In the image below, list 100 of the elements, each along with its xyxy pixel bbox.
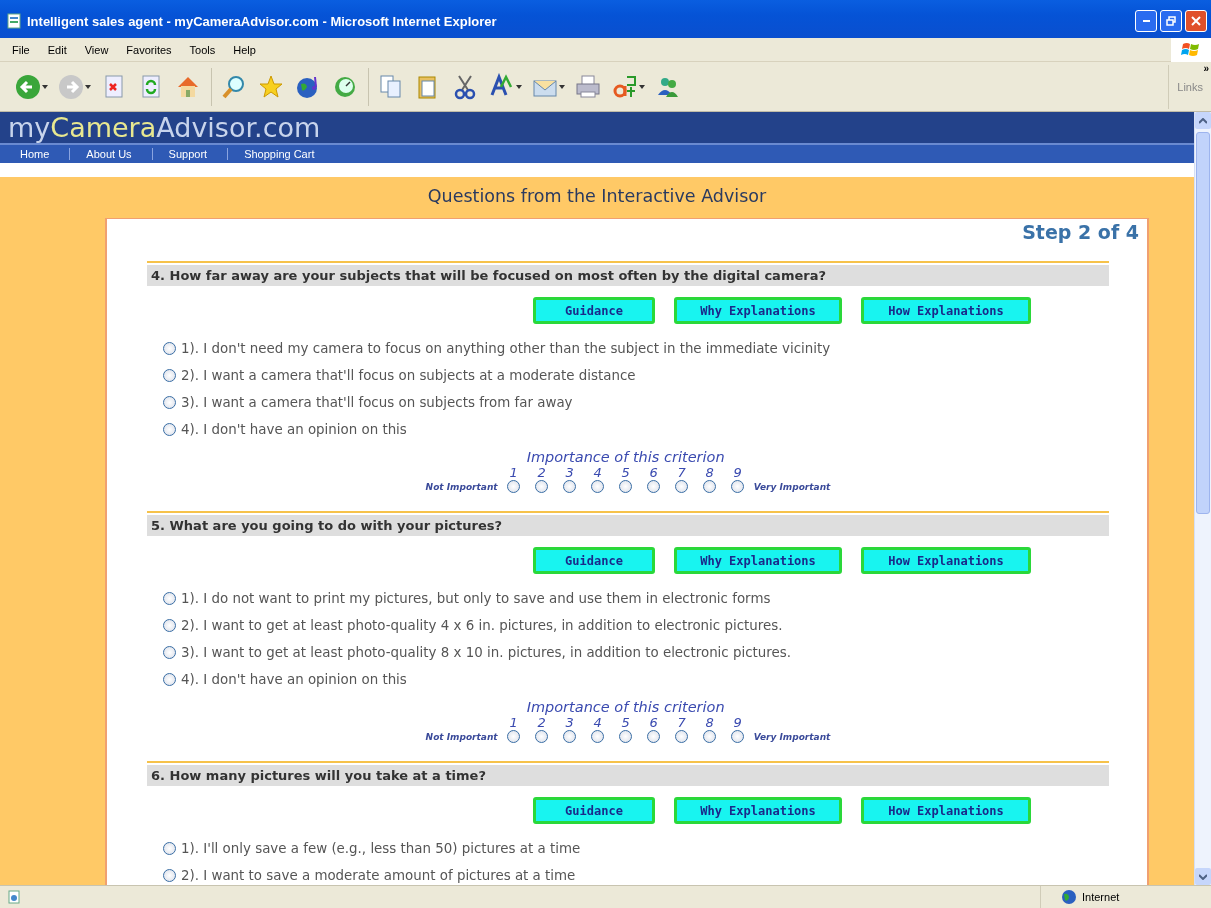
nav-link[interactable]: Shopping Cart	[228, 148, 335, 161]
question-heading: 6. How many pictures will you take at a time?	[147, 765, 1109, 786]
menu-item[interactable]: Edit	[47, 41, 73, 58]
scale-high-label: Very Important	[752, 731, 831, 742]
step-indicator: Step 2 of 4	[1022, 220, 1140, 245]
guidance-button[interactable]: Guidance	[533, 297, 655, 324]
radio-button[interactable]	[535, 480, 549, 493]
radio-button[interactable]	[647, 730, 661, 743]
scale-number: 2	[536, 465, 547, 480]
scale-low-label: Not Important	[425, 731, 499, 742]
guidance-button[interactable]: Guidance	[533, 797, 655, 824]
scale-number: 5	[620, 465, 631, 480]
scale-number: 4	[592, 465, 603, 480]
radio-button[interactable]	[647, 480, 661, 493]
restore-icon	[1166, 16, 1176, 26]
menu-item[interactable]: Tools	[189, 41, 222, 58]
scale-number: 7	[676, 715, 687, 730]
scale-number: 5	[620, 715, 631, 730]
how-explanations-button[interactable]: How Explanations	[861, 297, 1031, 324]
radio-button[interactable]	[507, 730, 521, 743]
dropdown-caret-icon[interactable]	[516, 84, 522, 89]
scale-number: 1	[508, 465, 519, 480]
dropdown-caret-icon[interactable]	[85, 84, 91, 89]
scale-high-label: Very Important	[752, 481, 831, 492]
radio-button[interactable]	[163, 618, 176, 632]
menu-item[interactable]: Favorites	[126, 41, 178, 58]
radio-button[interactable]	[619, 730, 633, 743]
radio-button[interactable]	[731, 730, 745, 743]
scale-number: 3	[564, 465, 575, 480]
guidance-button[interactable]: Guidance	[533, 547, 655, 574]
importance-title: Importance of this criterion	[525, 699, 726, 715]
page-icon	[8, 890, 20, 904]
radio-button[interactable]	[163, 368, 176, 382]
close-button[interactable]	[1185, 10, 1207, 32]
minimize-button[interactable]	[1135, 10, 1157, 32]
nav-link[interactable]: About Us	[70, 148, 153, 161]
scale-number: 9	[732, 715, 743, 730]
scroll-up-icon[interactable]	[1199, 117, 1207, 124]
menu-item[interactable]: File	[12, 41, 36, 58]
radio-button[interactable]	[163, 841, 176, 855]
scale-number: 9	[732, 465, 743, 480]
radio-button[interactable]	[535, 730, 549, 743]
option-label: 2). I want a camera that'll focus on subjects at a moderate distance	[181, 367, 636, 383]
radio-button[interactable]	[591, 730, 605, 743]
radio-button[interactable]	[703, 730, 717, 743]
window-title: Intelligent sales agent - myCameraAdvisor.com - Microsoft Internet Explorer	[27, 13, 498, 29]
radio-button[interactable]	[163, 395, 176, 409]
option-label: 4). I don't have an opinion on this	[181, 421, 407, 437]
radio-button[interactable]	[675, 480, 689, 493]
restore-button[interactable]	[1160, 10, 1182, 32]
radio-button[interactable]	[163, 341, 176, 355]
radio-button[interactable]	[619, 480, 633, 493]
close-icon	[1191, 16, 1201, 26]
why-explanations-button[interactable]: Why Explanations	[674, 797, 842, 824]
menu-item[interactable]: View	[84, 41, 115, 58]
radio-button[interactable]	[563, 480, 577, 493]
scrollbar-thumb[interactable]	[1196, 132, 1210, 514]
radio-button[interactable]	[163, 672, 176, 686]
printer-icon[interactable]	[574, 72, 602, 101]
option-label: 1). I do not want to print my pictures, but only to save and use them in electronic forms	[181, 590, 771, 606]
option-label: 2). I want to get at least photo-quality 4 x 6 in. pictures, in addition to electronic pictures.	[181, 617, 783, 633]
dropdown-caret-icon[interactable]	[559, 84, 565, 89]
radio-button[interactable]	[563, 730, 577, 743]
radio-button[interactable]	[675, 730, 689, 743]
scale-low-label: Not Important	[425, 481, 499, 492]
site-logo[interactable]: myCameraAdvisor.com	[8, 112, 321, 143]
radio-button[interactable]	[591, 480, 605, 493]
option-label: 2). I want to save a moderate amount of pictures at a time	[181, 867, 576, 883]
radio-button[interactable]	[703, 480, 717, 493]
radio-button[interactable]	[163, 591, 176, 605]
why-explanations-button[interactable]: Why Explanations	[674, 297, 842, 324]
nav-link[interactable]: Home	[4, 148, 71, 161]
why-explanations-button[interactable]: Why Explanations	[674, 547, 842, 574]
how-explanations-button[interactable]: How Explanations	[861, 797, 1031, 824]
scale-number: 1	[508, 715, 519, 730]
radio-button[interactable]	[163, 422, 176, 436]
scale-number: 6	[648, 715, 659, 730]
scroll-down-icon[interactable]	[1199, 873, 1207, 880]
how-explanations-button[interactable]: How Explanations	[861, 547, 1031, 574]
option-label: 1). I don't need my camera to focus on anything other than the subject in the immediate vicinity	[181, 340, 831, 356]
flag-icon	[1181, 40, 1201, 59]
page-icon	[6, 13, 22, 29]
nav-link[interactable]: Support	[152, 148, 229, 161]
option-label: 4). I don't have an opinion on this	[181, 671, 407, 687]
menu-item[interactable]: Help	[233, 41, 262, 58]
radio-button[interactable]	[507, 480, 521, 493]
scale-number: 8	[704, 465, 715, 480]
minimize-icon	[1142, 20, 1150, 22]
radio-button[interactable]	[731, 480, 745, 493]
radio-button[interactable]	[163, 868, 176, 882]
scale-number: 4	[592, 715, 603, 730]
question-heading: 4. How far away are your subjects that will be focused on most often by the digital camera?	[147, 265, 1109, 286]
option-label: 3). I want a camera that'll focus on subjects from far away	[181, 394, 573, 410]
scale-number: 7	[676, 465, 687, 480]
option-label: 3). I want to get at least photo-quality 8 x 10 in. pictures, in addition to electronic pictures.	[181, 644, 791, 660]
radio-button[interactable]	[163, 645, 176, 659]
dropdown-caret-icon[interactable]	[639, 84, 645, 89]
overflow-chevron[interactable]: »	[1203, 62, 1209, 74]
dropdown-caret-icon[interactable]	[42, 84, 48, 89]
scale-number: 8	[704, 715, 715, 730]
